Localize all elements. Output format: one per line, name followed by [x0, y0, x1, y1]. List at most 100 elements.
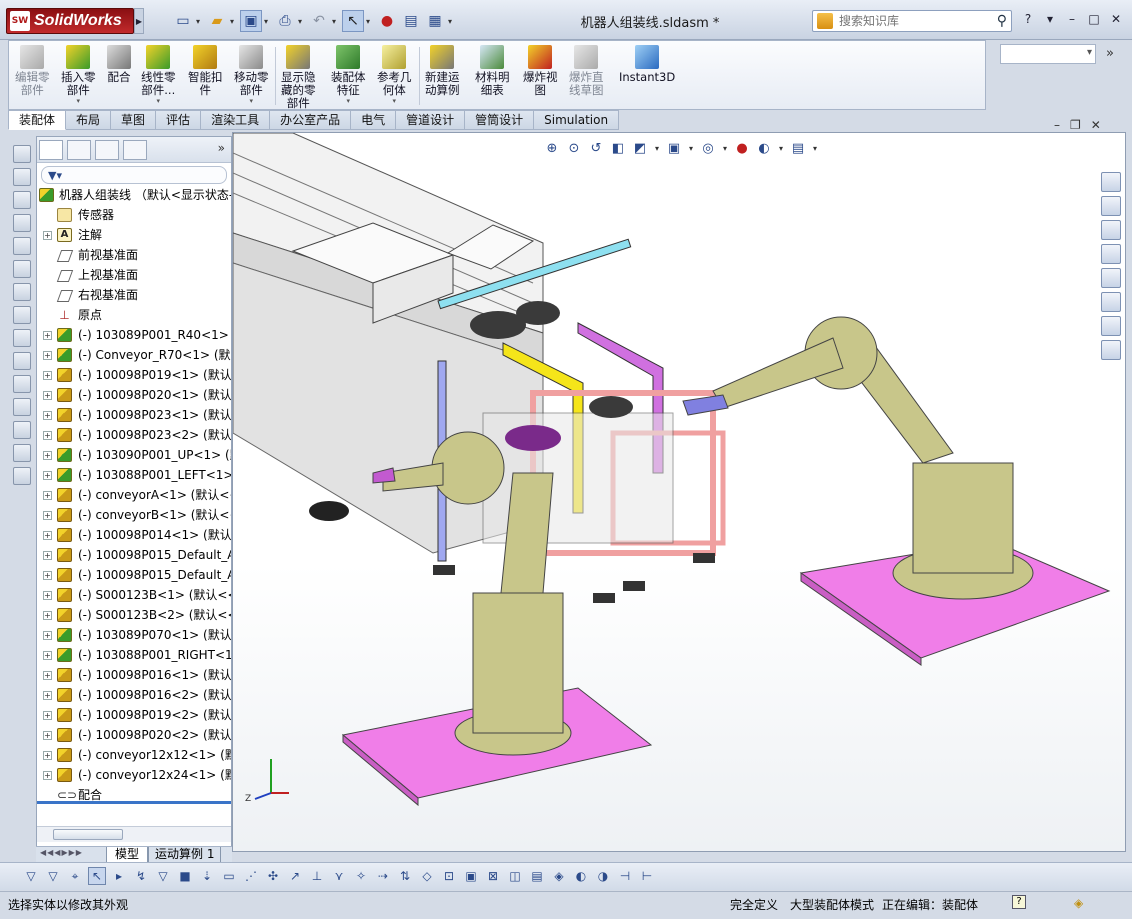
mate-button[interactable]: 配合: [107, 45, 131, 84]
tree-item[interactable]: + (-) 100098P023<2> (默认<: [37, 425, 231, 445]
instant3d-button[interactable]: Instant3D: [619, 45, 675, 84]
file-properties-icon[interactable]: ▤: [400, 10, 422, 32]
expand-toggle-icon[interactable]: +: [43, 571, 52, 580]
tree-item[interactable]: + (-) 100098P020<1> (默认<: [37, 385, 231, 405]
toolbar-tool-icon[interactable]: ⇅: [396, 867, 414, 885]
tree-item[interactable]: + (-) S000123B<2> (默认<<!: [37, 605, 231, 625]
expand-toggle-icon[interactable]: +: [43, 331, 52, 340]
toolbar-tool-icon[interactable]: ▣: [462, 867, 480, 885]
insert-component-button[interactable]: 插入零 部件 ▾: [61, 45, 96, 105]
view-left-icon[interactable]: [13, 191, 31, 209]
toolbar-tool-icon[interactable]: ⋰: [242, 867, 260, 885]
toolbar-tool-icon[interactable]: ◇: [418, 867, 436, 885]
toolbar-tool-icon[interactable]: ◫: [506, 867, 524, 885]
toolbar-tool-icon[interactable]: ▭: [220, 867, 238, 885]
undo-icon[interactable]: ↶: [308, 10, 330, 32]
viewport-restore-icon[interactable]: ❐: [1070, 118, 1081, 132]
tab-render-tools[interactable]: 渲染工具: [201, 110, 271, 130]
view-front-icon[interactable]: [13, 145, 31, 163]
feature-tree-tab-icon[interactable]: [39, 140, 63, 160]
paste-icon[interactable]: [13, 421, 31, 439]
toolbar-tool-icon[interactable]: ⊣: [616, 867, 634, 885]
search-input[interactable]: [839, 14, 979, 28]
tree-item[interactable]: + (-) 103089P001_R40<1> (默: [37, 325, 231, 345]
expand-toggle-icon[interactable]: +: [43, 671, 52, 680]
open-dropdown-icon[interactable]: ▾: [230, 17, 238, 26]
maximize-icon[interactable]: □: [1086, 12, 1102, 26]
tree-item[interactable]: + (-) 103090P001_UP<1> (默: [37, 445, 231, 465]
toolbar-tool-icon[interactable]: ⇢: [374, 867, 392, 885]
expand-toggle-icon[interactable]: +: [43, 471, 52, 480]
tree-item[interactable]: + (-) 100098P016<2> (默认<: [37, 685, 231, 705]
view-top-icon[interactable]: [13, 237, 31, 255]
tree-filter[interactable]: ▼▾: [41, 166, 227, 184]
edit-component-button[interactable]: 编辑零 部件: [15, 45, 50, 97]
tab-assembly[interactable]: 装配体: [8, 110, 67, 130]
linear-pattern-button[interactable]: 线性零 部件... ▾: [141, 45, 176, 105]
status-help-icon[interactable]: ?: [1012, 895, 1026, 909]
select-cursor-icon[interactable]: ↖: [342, 10, 364, 32]
toolbar-tool-icon[interactable]: ◑: [594, 867, 612, 885]
toolbar-tool-icon[interactable]: ▽: [22, 867, 40, 885]
options-icon[interactable]: ▦: [424, 10, 446, 32]
tab-model[interactable]: 模型: [106, 847, 149, 863]
toolbar-tool-icon[interactable]: ▤: [528, 867, 546, 885]
help-dropdown-icon[interactable]: ▾: [1042, 12, 1058, 26]
viewport-minimize-icon[interactable]: –: [1054, 118, 1060, 132]
solidworks-logo[interactable]: SW SolidWorks: [6, 8, 134, 34]
tab-layout[interactable]: 布局: [66, 110, 112, 130]
tab-office-products[interactable]: 办公室产品: [270, 110, 352, 130]
panel-expand-icon[interactable]: »: [218, 141, 225, 155]
toolbar-tool-icon[interactable]: ↗: [286, 867, 304, 885]
tree-root[interactable]: 机器人组装线 （默认<显示状态-: [37, 185, 231, 205]
expand-toggle-icon[interactable]: +: [43, 711, 52, 720]
measure-icon[interactable]: [13, 467, 31, 485]
expand-toggle-icon[interactable]: +: [43, 391, 52, 400]
move-component-button[interactable]: 移动零 部件 ▾: [234, 45, 269, 105]
view-back-icon[interactable]: [13, 168, 31, 186]
tab-electrical[interactable]: 电气: [351, 110, 397, 130]
open-folder-icon[interactable]: ▰: [206, 10, 228, 32]
copy-icon[interactable]: [13, 398, 31, 416]
tab-nav-arrows-icon[interactable]: ◀◀◀▶▶▶: [40, 848, 83, 857]
custom-properties-icon[interactable]: [1101, 316, 1121, 336]
view-palette-icon[interactable]: [1101, 268, 1121, 288]
tree-item[interactable]: 上视基准面: [37, 265, 231, 285]
tree-item[interactable]: 前视基准面: [37, 245, 231, 265]
view-iso-icon[interactable]: [13, 283, 31, 301]
exploded-view-button[interactable]: 爆炸视 图: [523, 45, 558, 97]
bom-button[interactable]: 材料明 细表: [475, 45, 510, 97]
tree-item[interactable]: + A 注解: [37, 225, 231, 245]
menu-expand-arrow-icon[interactable]: ▶: [134, 8, 144, 34]
section-view-icon[interactable]: [13, 444, 31, 462]
graphics-viewport[interactable]: ⊕ ⊙ ↺ ◧ ◩ ▾ ▣ ▾ ◎ ▾ ● ◐ ▾ ▤ ▾ Z: [232, 132, 1126, 852]
tree-item[interactable]: + (-) conveyor12x12<1> (默: [37, 745, 231, 765]
tree-item[interactable]: + (-) 100098P015_Default_As: [37, 565, 231, 585]
tree-item[interactable]: + (-) 100098P014<1> (默认<: [37, 525, 231, 545]
status-tag-icon[interactable]: ◈: [1074, 896, 1083, 910]
knowledge-search-box[interactable]: ⚲: [812, 10, 1012, 32]
toolbar-tool-icon[interactable]: ⇣: [198, 867, 216, 885]
viewport-close-icon[interactable]: ✕: [1091, 118, 1101, 132]
toolbar-tool-icon[interactable]: ⊢: [638, 867, 656, 885]
expand-toggle-icon[interactable]: +: [43, 431, 52, 440]
expand-toggle-icon[interactable]: +: [43, 531, 52, 540]
expand-toggle-icon[interactable]: +: [43, 551, 52, 560]
smart-fastener-button[interactable]: 智能扣 件: [188, 45, 223, 97]
tree-item[interactable]: + (-) S000123B<1> (默认<<!: [37, 585, 231, 605]
toolbar-tool-icon[interactable]: ⊡: [440, 867, 458, 885]
new-document-icon[interactable]: ▭: [172, 10, 194, 32]
expand-toggle-icon[interactable]: +: [43, 371, 52, 380]
toolbar-tool-icon[interactable]: ◐: [572, 867, 590, 885]
property-manager-tab-icon[interactable]: [67, 140, 91, 160]
expand-toggle-icon[interactable]: +: [43, 351, 52, 360]
expand-toggle-icon[interactable]: +: [43, 231, 52, 240]
toolbar-tool-icon[interactable]: ■: [176, 867, 194, 885]
tree-item[interactable]: + (-) 100098P015_Default_As: [37, 545, 231, 565]
reference-geometry-button[interactable]: 参考几 何体 ▾: [377, 45, 412, 105]
smart-dimension-icon[interactable]: [13, 352, 31, 370]
routing-library-icon[interactable]: [1101, 340, 1121, 360]
tree-item[interactable]: + (-) 100098P016<1> (默认<: [37, 665, 231, 685]
design-library-icon[interactable]: [1101, 196, 1121, 216]
toolbar-tool-icon[interactable]: ↖: [88, 867, 106, 885]
